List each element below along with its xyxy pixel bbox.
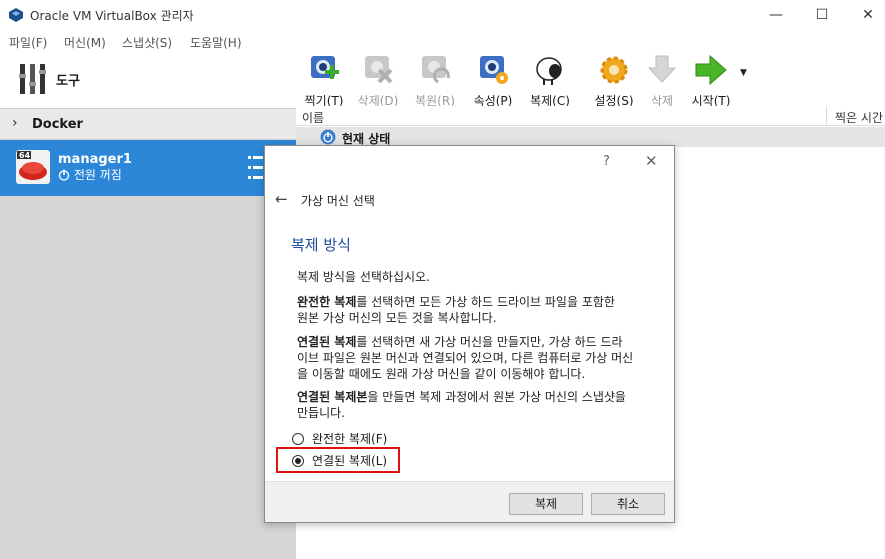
group-docker[interactable]: › Docker bbox=[0, 108, 296, 140]
back-arrow-icon[interactable]: ← bbox=[275, 190, 288, 208]
tools-icon bbox=[19, 64, 46, 94]
linked-copy-text-b: 만듭니다. bbox=[297, 406, 345, 420]
menu-snapshot[interactable]: 스냅샷(S) bbox=[122, 34, 172, 51]
vm-item-manager1[interactable]: 64 manager1 전원 꺼짐 bbox=[0, 140, 296, 196]
vm-name: manager1 bbox=[58, 152, 132, 167]
arrow-right-icon bbox=[695, 54, 727, 86]
minimize-button[interactable]: — bbox=[753, 0, 799, 30]
cancel-button[interactable]: 취소 bbox=[591, 493, 665, 515]
menu-file[interactable]: 파일(F) bbox=[9, 34, 47, 51]
clone-wizard-dialog: ? ✕ ← 가상 머신 선택 복제 방식 복제 방식을 선택하십시오. 완전한 … bbox=[264, 145, 675, 523]
linked-clone-text-c: 을 이동할 때에도 원래 가상 머신을 같이 이동해야 합니다. bbox=[297, 367, 586, 381]
group-label: Docker bbox=[32, 117, 83, 132]
column-taken-header[interactable]: 찍은 시간 bbox=[835, 109, 883, 126]
snapshot-properties-button[interactable]: 속성(P) bbox=[471, 54, 515, 108]
linked-copy-term: 연결된 복제본 bbox=[297, 390, 368, 404]
vm-state: 전원 꺼짐 bbox=[58, 166, 122, 183]
column-divider bbox=[826, 106, 827, 126]
start-dropdown-icon[interactable]: ▼ bbox=[740, 68, 747, 78]
maximize-icon: ☐ bbox=[815, 7, 829, 23]
vm-details-menu-icon[interactable] bbox=[248, 154, 264, 182]
close-icon: ✕ bbox=[862, 7, 874, 23]
settings-button[interactable]: 설정(S) bbox=[592, 54, 636, 108]
full-clone-text-a: 를 선택하면 모든 가상 하드 드라이브 파일을 포함한 bbox=[356, 295, 615, 309]
linked-clone-term: 연결된 복제 bbox=[297, 335, 357, 349]
full-clone-option[interactable]: 완전한 복제(F) bbox=[292, 430, 387, 447]
take-snapshot-icon bbox=[311, 56, 339, 79]
gear-icon bbox=[600, 56, 628, 84]
tools-item[interactable]: 도구 bbox=[0, 52, 296, 108]
chevron-right-icon[interactable]: › bbox=[12, 115, 18, 131]
page-heading: 복제 방식 bbox=[291, 236, 351, 254]
tools-label: 도구 bbox=[56, 74, 80, 89]
menu-help[interactable]: 도움말(H) bbox=[190, 34, 242, 51]
intro-text: 복제 방식을 선택하십시오. bbox=[297, 270, 430, 284]
full-clone-text-b: 원본 가상 머신의 모든 것을 복사합니다. bbox=[297, 311, 497, 325]
column-name-header[interactable]: 이름 bbox=[302, 109, 324, 126]
power-icon bbox=[320, 129, 336, 145]
minimize-icon: — bbox=[769, 7, 783, 23]
arrow-down-icon bbox=[647, 55, 677, 83]
linked-clone-text-b: 이브 파일은 원본 머신과 연결되어 있으며, 다른 컴퓨터로 가상 머신 bbox=[297, 351, 634, 365]
clone-confirm-button[interactable]: 복제 bbox=[509, 493, 583, 515]
snapshot-list-header: 이름 찍은 시간 bbox=[296, 106, 885, 126]
linked-snapshot-description: 연결된 복제본을 만들면 복제 과정에서 원본 가상 머신의 스냅샷을 만듭니다… bbox=[297, 389, 667, 421]
wizard-title: 가상 머신 선택 bbox=[301, 194, 375, 208]
snapshot-toolbar: 찍기(T) 삭제(D) 복원(R) 속성(P) 복제(C) 설정(S) 삭제 시… bbox=[296, 52, 885, 108]
clone-sheep-icon bbox=[536, 57, 562, 85]
linked-clone-description: 연결된 복제를 선택하면 새 가상 머신을 만들지만, 가상 하드 드라 이브 … bbox=[297, 334, 667, 382]
full-clone-description: 완전한 복제를 선택하면 모든 가상 하드 드라이브 파일을 포함한 원본 가상… bbox=[297, 294, 667, 326]
full-clone-term: 완전한 복제 bbox=[297, 295, 357, 309]
remove-button[interactable]: 삭제 bbox=[644, 54, 680, 108]
restore-snapshot-icon bbox=[422, 56, 450, 84]
full-clone-radio[interactable] bbox=[292, 432, 304, 445]
menu-bar: 파일(F) 머신(M) 스냅샷(S) 도움말(H) bbox=[0, 30, 885, 52]
start-button[interactable]: 시작(T) bbox=[688, 54, 734, 108]
take-snapshot-button[interactable]: 찍기(T) bbox=[302, 54, 346, 108]
close-button[interactable]: ✕ bbox=[845, 0, 885, 30]
highlight-box bbox=[276, 447, 400, 473]
window-title: Oracle VM VirtualBox 관리자 bbox=[30, 9, 194, 23]
title-bar: Oracle VM VirtualBox 관리자 — ☐ ✕ bbox=[0, 0, 885, 30]
full-clone-option-label: 완전한 복제(F) bbox=[312, 432, 388, 446]
help-icon[interactable]: ? bbox=[603, 154, 610, 169]
power-off-icon bbox=[58, 169, 70, 181]
linked-clone-text-a: 를 선택하면 새 가상 머신을 만들지만, 가상 하드 드라 bbox=[356, 335, 623, 349]
current-state-row[interactable]: 현재 상태 bbox=[296, 127, 885, 147]
dialog-close-icon[interactable]: ✕ bbox=[645, 152, 658, 170]
dialog-footer: 복제 취소 bbox=[265, 481, 674, 522]
maximize-button[interactable]: ☐ bbox=[799, 0, 845, 30]
virtualbox-app-icon bbox=[9, 8, 23, 22]
restore-snapshot-button[interactable]: 복원(R) bbox=[413, 54, 457, 108]
vm-list-pane: 도구 › Docker 64 manager1 전원 꺼짐 bbox=[0, 52, 296, 559]
clone-button[interactable]: 복제(C) bbox=[528, 54, 572, 108]
vm-state-label: 전원 꺼짐 bbox=[73, 168, 122, 182]
menu-machine[interactable]: 머신(M) bbox=[64, 34, 106, 51]
snapshot-properties-icon bbox=[480, 56, 508, 84]
delete-snapshot-button[interactable]: 삭제(D) bbox=[356, 54, 400, 108]
delete-snapshot-icon bbox=[365, 56, 393, 84]
arch-badge: 64 bbox=[19, 151, 31, 160]
linked-copy-text-a: 을 만들면 복제 과정에서 원본 가상 머신의 스냅샷을 bbox=[367, 390, 626, 404]
